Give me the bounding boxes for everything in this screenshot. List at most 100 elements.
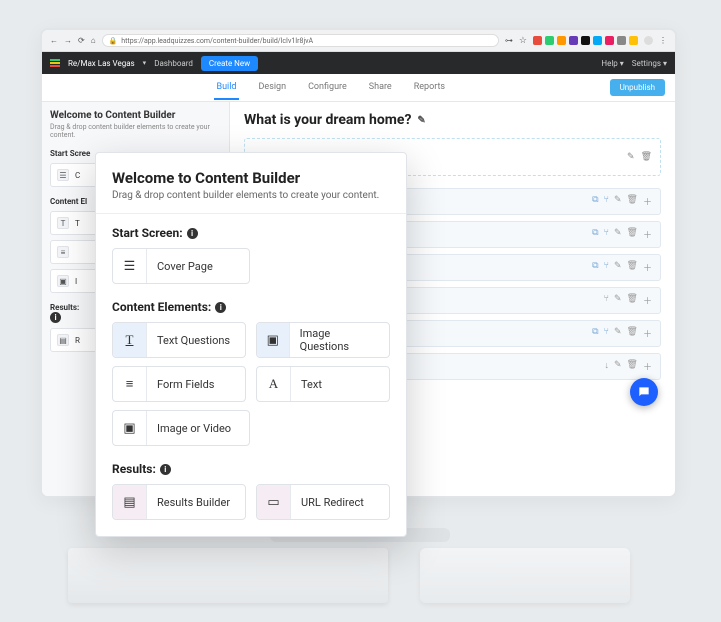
branch-icon[interactable]: ⑂: [604, 294, 609, 307]
pencil-icon[interactable]: ✎: [614, 327, 622, 340]
plus-icon[interactable]: ＋: [643, 327, 652, 340]
branch-icon[interactable]: ⑂: [604, 195, 609, 208]
popup-title: Welcome to Content Builder: [112, 169, 390, 187]
card-label: Text: [291, 378, 332, 391]
branch-icon[interactable]: ⑂: [604, 261, 609, 274]
pencil-icon[interactable]: ✎: [614, 360, 622, 373]
browser-toolbar: ← → ⟳ ⌂ 🔒 https://app.leadquizzes.com/co…: [42, 30, 675, 52]
branch-icon[interactable]: ⑂: [604, 327, 609, 340]
card-label: Cover Page: [147, 260, 223, 273]
plus-icon[interactable]: ＋: [643, 294, 652, 307]
card-cover-page[interactable]: ☰ Cover Page: [112, 248, 250, 284]
create-new-button[interactable]: Create New: [201, 56, 258, 71]
chat-icon: [637, 385, 651, 399]
url-text: https://app.leadquizzes.com/content-buil…: [121, 37, 313, 45]
tab-configure[interactable]: Configure: [306, 76, 349, 100]
plus-icon[interactable]: ＋: [643, 261, 652, 274]
brand-name[interactable]: Re/Max Las Vegas: [68, 59, 135, 68]
sidebar-item-label: C: [75, 171, 80, 180]
plus-icon[interactable]: ＋: [643, 228, 652, 241]
trash-icon[interactable]: 🗑: [627, 261, 638, 274]
nav-dashboard[interactable]: Dashboard: [154, 59, 193, 68]
duplicate-icon[interactable]: ⧉: [592, 195, 598, 208]
welcome-popup: Welcome to Content Builder Drag & drop c…: [95, 152, 407, 537]
pencil-icon[interactable]: ✎: [627, 152, 635, 162]
info-icon[interactable]: i: [215, 302, 226, 313]
ext-icon[interactable]: [545, 36, 554, 45]
tab-share[interactable]: Share: [367, 76, 394, 100]
form-icon: ≡: [113, 367, 147, 401]
pencil-icon[interactable]: ✎: [614, 195, 622, 208]
plus-icon[interactable]: ＋: [643, 360, 652, 373]
duplicate-icon[interactable]: ⧉: [592, 228, 598, 241]
results-icon: ▤: [57, 334, 69, 346]
card-text-questions[interactable]: T Text Questions: [112, 322, 246, 358]
trash-icon[interactable]: 🗑: [627, 195, 638, 208]
form-icon: ≡: [57, 246, 69, 258]
app-topbar: Re/Max Las Vegas ▾ Dashboard Create New …: [42, 52, 675, 74]
trash-icon[interactable]: 🗑: [627, 228, 638, 241]
info-icon[interactable]: i: [187, 228, 198, 239]
pencil-icon[interactable]: ✎: [417, 115, 425, 126]
trash-icon[interactable]: 🗑: [627, 360, 638, 373]
card-results-builder[interactable]: ▤ Results Builder: [112, 484, 246, 520]
duplicate-icon[interactable]: ⧉: [592, 327, 598, 340]
ext-icon[interactable]: [533, 36, 542, 45]
ext-icon[interactable]: [569, 36, 578, 45]
tab-build[interactable]: Build: [214, 76, 238, 100]
card-form-fields[interactable]: ≡ Form Fields: [112, 366, 246, 402]
trash-icon[interactable]: 🗑: [641, 152, 652, 162]
ext-icon[interactable]: [593, 36, 602, 45]
avatar[interactable]: [644, 36, 653, 45]
info-icon[interactable]: i: [160, 464, 171, 475]
popup-subtitle: Drag & drop content builder elements to …: [112, 190, 390, 201]
chevron-down-icon[interactable]: ▾: [143, 59, 147, 67]
branch-icon[interactable]: ⑂: [604, 228, 609, 241]
pencil-icon[interactable]: ✎: [614, 261, 622, 274]
popup-section-start: Start Screen: i: [112, 226, 390, 240]
tab-design[interactable]: Design: [257, 76, 289, 100]
back-icon[interactable]: ←: [50, 36, 58, 45]
image-icon: ▣: [257, 323, 290, 357]
image-icon: ▣: [113, 411, 147, 445]
ext-icon[interactable]: [629, 36, 638, 45]
nav-settings[interactable]: Settings ▾: [632, 59, 667, 68]
ext-icon[interactable]: [581, 36, 590, 45]
sidebar-title: Welcome to Content Builder: [50, 110, 221, 121]
ext-icon[interactable]: [557, 36, 566, 45]
url-bar[interactable]: 🔒 https://app.leadquizzes.com/content-bu…: [102, 34, 499, 47]
nav-help[interactable]: Help ▾: [601, 59, 623, 68]
card-image-questions[interactable]: ▣ Image Questions: [256, 322, 390, 358]
chat-button[interactable]: [630, 378, 658, 406]
sidebar-item-label: I: [75, 277, 77, 286]
trash-icon[interactable]: 🗑: [627, 294, 638, 307]
duplicate-icon[interactable]: ⧉: [592, 261, 598, 274]
trash-icon[interactable]: 🗑: [627, 327, 638, 340]
pencil-icon[interactable]: ✎: [614, 228, 622, 241]
home-icon[interactable]: ⌂: [91, 36, 96, 45]
info-icon: i: [50, 312, 61, 323]
star-icon[interactable]: ☆: [519, 36, 527, 46]
tab-bar: Build Design Configure Share Reports Unp…: [42, 74, 675, 102]
card-url-redirect[interactable]: ▭ URL Redirect: [256, 484, 390, 520]
sidebar-subtitle: Drag & drop content builder elements to …: [50, 123, 221, 139]
popup-section-results: Results: i: [112, 462, 390, 476]
redirect-icon: ▭: [257, 485, 291, 519]
lock-icon: 🔒: [109, 37, 118, 45]
tab-reports[interactable]: Reports: [412, 76, 447, 100]
card-image-video[interactable]: ▣ Image or Video: [112, 410, 250, 446]
font-icon: A: [257, 367, 291, 401]
ext-icon[interactable]: [617, 36, 626, 45]
forward-icon[interactable]: →: [64, 36, 72, 45]
plus-icon[interactable]: ＋: [643, 195, 652, 208]
extension-icons: [533, 36, 638, 45]
pencil-icon[interactable]: ✎: [614, 294, 622, 307]
ext-icon[interactable]: [605, 36, 614, 45]
key-icon[interactable]: ⊶: [505, 36, 513, 45]
menu-icon[interactable]: ⋮: [659, 36, 667, 45]
reload-icon[interactable]: ⟳: [78, 36, 85, 45]
unpublish-button[interactable]: Unpublish: [610, 79, 665, 96]
image-icon: ▣: [57, 275, 69, 287]
down-icon[interactable]: ↓: [605, 360, 610, 373]
card-text[interactable]: A Text: [256, 366, 390, 402]
